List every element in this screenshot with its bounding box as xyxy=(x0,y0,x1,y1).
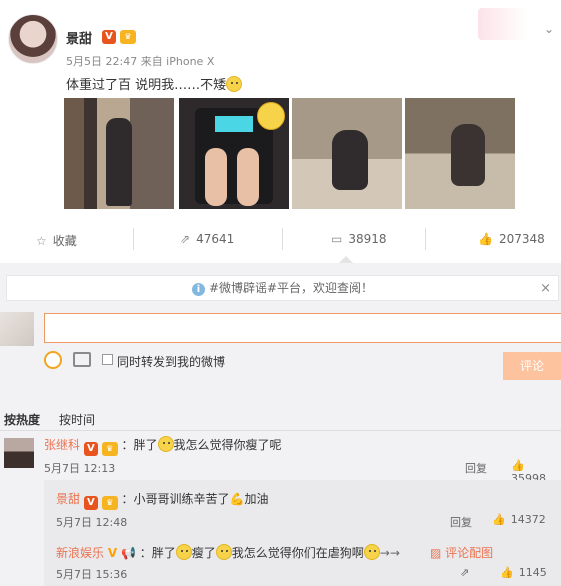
sort-by-time-tab[interactable]: 按时间 xyxy=(59,411,95,428)
reply-button[interactable]: 回复 xyxy=(450,514,472,530)
forward-checkbox[interactable] xyxy=(102,354,113,365)
post-text-content: 体重过了百 说明我……不矮 xyxy=(66,78,227,93)
forward-count: 47641 xyxy=(196,232,235,246)
divider xyxy=(0,430,561,431)
verified-badge: V xyxy=(102,30,116,44)
like-icon: 👍 xyxy=(511,459,525,472)
comment-image-label: 评论配图 xyxy=(445,546,494,560)
author-avatar[interactable] xyxy=(8,14,58,64)
comment-text: 我怎么觉得你瘦了呢 xyxy=(173,438,282,452)
reply-time: 5月7日 15:36 xyxy=(56,568,128,581)
comment-image-link[interactable]: ▨ 评论配图 xyxy=(430,544,493,561)
reply-text: 瘦了 xyxy=(191,546,216,560)
reply-like-button[interactable]: 👍 14372 xyxy=(492,513,546,526)
face-icon[interactable] xyxy=(44,351,62,369)
comment-count: 38918 xyxy=(348,232,387,246)
like-count: 207348 xyxy=(498,232,545,246)
action-bar: ☆ 收藏 ⇗ 47641 ▭ 38918 👍 207348 xyxy=(0,226,561,252)
star-icon: ☆ xyxy=(36,234,47,248)
comment-icon: ▭ xyxy=(331,232,343,246)
like-icon: 👍 xyxy=(492,513,506,526)
reply-author[interactable]: 景甜 xyxy=(56,492,80,506)
post-photo-2[interactable] xyxy=(179,98,289,209)
vip-crown-icon: ♛ xyxy=(101,496,118,510)
verified-badge: V xyxy=(83,442,98,456)
reply-arrows: →→ xyxy=(379,546,400,560)
submit-comment-button[interactable]: 评论 xyxy=(503,352,561,380)
comment-button[interactable]: ▭ 38918 xyxy=(331,232,387,246)
post-photo-1[interactable] xyxy=(64,98,174,209)
verified-badge: V xyxy=(107,546,118,560)
card-decoration xyxy=(478,8,528,40)
reply-like-count: 14372 xyxy=(510,513,546,526)
reply-item: 新浪娱乐 V 📢 ：胖了 瘦了 我怎么觉得你们在虐狗啊 →→ xyxy=(56,544,400,561)
post-photo-3[interactable] xyxy=(292,98,402,209)
emoji-icon xyxy=(175,544,192,560)
reply-text: ：小哥哥训练辛苦了 xyxy=(121,492,230,506)
reply-time: 5月7日 12:48 xyxy=(56,516,128,529)
comment-input[interactable] xyxy=(44,313,561,343)
reply-button[interactable]: 回复 xyxy=(465,460,487,476)
verified-badge: V xyxy=(83,496,98,510)
author-name[interactable]: 景甜 xyxy=(66,28,92,47)
picture-icon: ▨ xyxy=(430,546,442,560)
post-text: 体重过了百 说明我……不矮 xyxy=(66,74,243,93)
reply-author[interactable]: 新浪娱乐 xyxy=(56,546,104,560)
forward-label: 同时转发到我的微博 xyxy=(117,355,226,369)
vip-crown-icon: ♛ xyxy=(101,442,118,456)
sort-by-hot-tab[interactable]: 按热度 xyxy=(4,411,40,428)
picture-icon[interactable] xyxy=(73,352,91,367)
commenter-avatar[interactable] xyxy=(4,438,34,468)
comment-text: ：胖了 xyxy=(121,438,158,452)
favorite-button[interactable]: ☆ 收藏 xyxy=(36,232,77,249)
muscle-icon: 💪 xyxy=(229,492,245,506)
info-icon: i xyxy=(191,283,205,296)
reply-forward-icon[interactable]: ⇗ xyxy=(460,566,469,579)
emoji-icon xyxy=(157,436,174,452)
like-icon: 👍 xyxy=(500,566,514,579)
emoji-icon xyxy=(363,544,380,560)
my-avatar xyxy=(0,312,34,346)
forward-icon: ⇗ xyxy=(180,232,191,246)
notice-text: #微博辟谣#平台，欢迎查阅！ xyxy=(208,281,374,295)
forward-button[interactable]: ⇗ 47641 xyxy=(180,232,234,246)
cry-emoji-icon xyxy=(226,76,243,92)
close-icon[interactable]: × xyxy=(540,281,551,296)
reply-text: ：胖了 xyxy=(139,546,176,560)
reply-like-button[interactable]: 👍 1145 xyxy=(500,566,547,579)
commenter-name[interactable]: 张继科 xyxy=(44,438,80,452)
megaphone-icon: 📢 xyxy=(120,546,136,560)
post-meta: 5月5日 22:47 来自 iPhone X xyxy=(66,55,215,68)
like-icon: 👍 xyxy=(478,232,493,246)
vip-crown-icon: ♛ xyxy=(120,30,136,44)
post-photo-4[interactable] xyxy=(405,98,515,209)
reply-text: 加油 xyxy=(244,492,269,506)
chevron-down-icon[interactable]: ⌄ xyxy=(544,22,554,36)
rumor-notice[interactable]: i #微博辟谣#平台，欢迎查阅！ xyxy=(6,275,559,301)
like-button[interactable]: 👍 207348 xyxy=(478,232,545,246)
comment-time: 5月7日 12:13 xyxy=(44,462,116,475)
favorite-label: 收藏 xyxy=(52,234,77,248)
reply-like-count: 1145 xyxy=(518,566,547,579)
comment-item: 张继科 V ♛ ：胖了 我怎么觉得你瘦了呢 xyxy=(44,436,282,456)
reply-text: 我怎么觉得你们在虐狗啊 xyxy=(231,546,364,560)
reply-item: 景甜 V ♛ ：小哥哥训练辛苦了💪加油 xyxy=(56,490,268,510)
emoji-icon xyxy=(215,544,232,560)
